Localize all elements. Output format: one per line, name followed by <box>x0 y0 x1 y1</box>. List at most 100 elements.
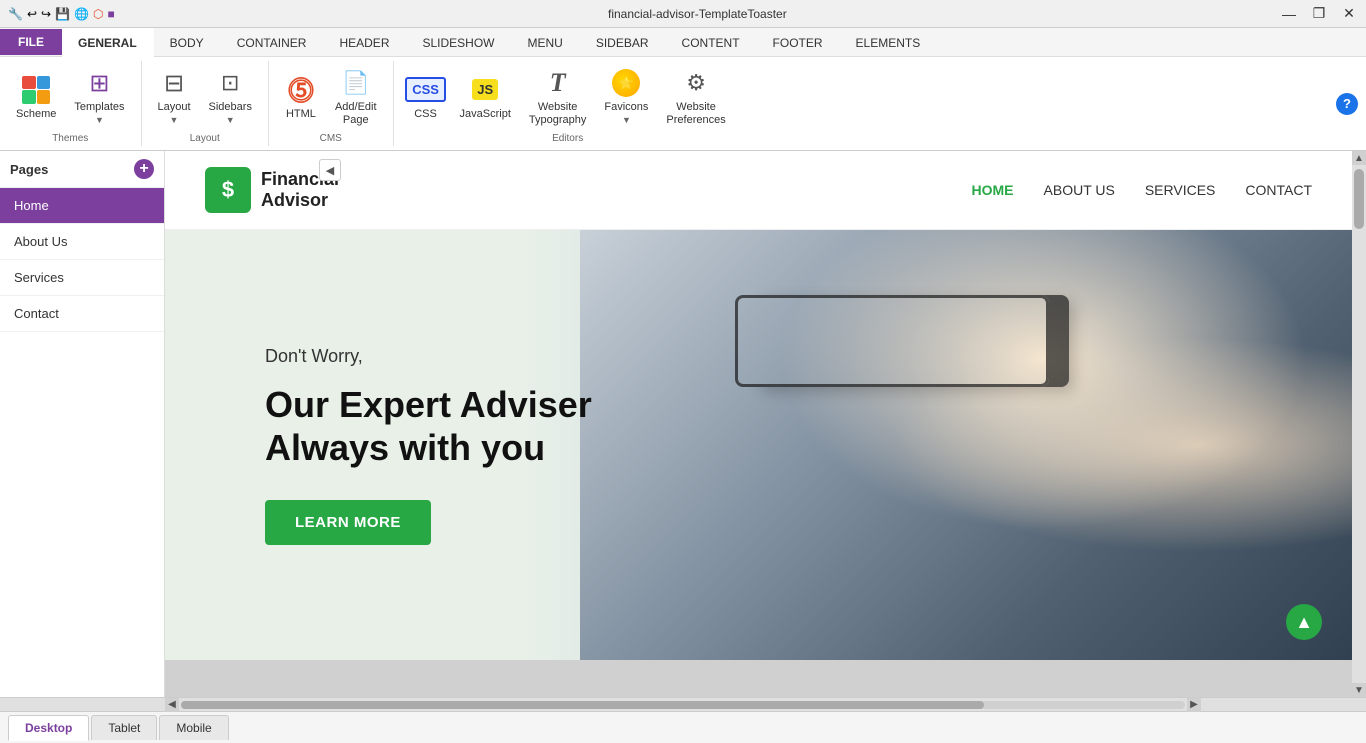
pages-title: Pages <box>10 162 48 177</box>
tab-sidebar[interactable]: SIDEBAR <box>580 28 666 56</box>
sidebar-collapse-button[interactable]: ◀ <box>319 159 341 181</box>
themes-group-label: Themes <box>52 133 88 144</box>
nav-home[interactable]: HOME <box>972 182 1014 198</box>
help-button[interactable]: ? <box>1336 93 1358 115</box>
tab-body[interactable]: BODY <box>154 28 221 56</box>
templates-label: Templates▼ <box>74 101 124 127</box>
tab-header[interactable]: HEADER <box>323 28 406 56</box>
close-button[interactable]: ✕ <box>1340 5 1358 23</box>
app-icon-7: ■ <box>107 7 114 21</box>
layout-button[interactable]: ⊟ Layout▼ <box>150 63 199 131</box>
sidebar-item-home[interactable]: Home <box>0 188 164 224</box>
css-icon: CSS <box>405 77 446 102</box>
app-icon-4: 💾 <box>55 7 70 21</box>
scroll-down-button[interactable]: ▼ <box>1352 683 1366 697</box>
scroll-top-icon: ▲ <box>1295 612 1313 633</box>
tab-file[interactable]: FILE <box>0 29 62 55</box>
hero-title: Our Expert Adviser Always with you <box>265 383 592 469</box>
scroll-left-button[interactable]: ◀ <box>165 698 179 712</box>
sidebar-item-about[interactable]: About Us <box>0 224 164 260</box>
app-icon-1: 🔧 <box>8 7 23 21</box>
preferences-icon: ⚙ <box>686 70 706 96</box>
window-controls: — ❐ ✕ <box>1280 5 1358 23</box>
favicons-label: Favicons▼ <box>604 101 648 127</box>
sidebars-button[interactable]: ⊡ Sidebars▼ <box>201 63 260 131</box>
logo-symbol: $ <box>222 177 234 203</box>
css-button[interactable]: CSS CSS <box>402 70 450 125</box>
title-bar: 🔧 ↩ ↪ 💾 🌐 ⬡ ■ financial-advisor-Template… <box>0 0 1366 28</box>
h-scrollbar-thumb[interactable] <box>181 701 984 709</box>
js-icon: JS <box>472 79 498 100</box>
templates-icon: ⊞ <box>89 69 109 98</box>
ribbon-group-themes: Scheme ⊞ Templates▼ Themes <box>0 61 142 146</box>
h-scrollbar-track[interactable] <box>181 701 1185 709</box>
vertical-scrollbar[interactable]: ▲ ▼ <box>1352 151 1366 697</box>
ribbon-tabs: FILE GENERAL BODY CONTAINER HEADER SLIDE… <box>0 28 1366 57</box>
app-icon-2: ↩ <box>27 7 37 21</box>
scheme-button[interactable]: Scheme <box>8 70 64 125</box>
canvas-area: $ Financial Advisor HOME ABOUT US SERVIC… <box>165 151 1366 697</box>
horizontal-scrollbar[interactable]: ◀ ▶ <box>0 697 1366 711</box>
bottom-bar: Desktop Tablet Mobile <box>0 711 1366 743</box>
window-title: financial-advisor-TemplateToaster <box>608 7 787 21</box>
layout-group-label: Layout <box>190 133 220 144</box>
html-button[interactable]: ⓹ HTML <box>277 70 325 125</box>
ribbon-group-layout: ⊟ Layout▼ ⊡ Sidebars▼ Layout <box>142 61 269 146</box>
hero-content: Don't Worry, Our Expert Adviser Always w… <box>165 346 592 544</box>
tab-slideshow[interactable]: SLIDESHOW <box>406 28 511 56</box>
website-typography-button[interactable]: T WebsiteTypography <box>521 63 594 131</box>
scheme-label: Scheme <box>16 108 56 121</box>
tab-container[interactable]: CONTAINER <box>221 28 324 56</box>
addedit-icon: 📄 <box>342 70 369 96</box>
ribbon-group-editors: CSS CSS JS JavaScript T WebsiteTypogr <box>394 61 742 146</box>
site-nav: HOME ABOUT US SERVICES CONTACT <box>972 182 1312 198</box>
scrollbar-thumb[interactable] <box>1354 169 1364 229</box>
restore-button[interactable]: ❐ <box>1310 5 1328 23</box>
scroll-right-button[interactable]: ▶ <box>1187 698 1201 712</box>
nav-about[interactable]: ABOUT US <box>1044 182 1115 198</box>
sidebars-label: Sidebars▼ <box>209 101 252 127</box>
addedit-button[interactable]: 📄 Add/EditPage <box>327 63 385 131</box>
nav-services[interactable]: SERVICES <box>1145 182 1216 198</box>
layout-label: Layout▼ <box>158 101 191 127</box>
sidebar-item-contact[interactable]: Contact <box>0 296 164 332</box>
favicons-button[interactable]: ⭐ Favicons▼ <box>596 63 656 131</box>
layout-icon: ⊟ <box>164 69 184 98</box>
site-header: $ Financial Advisor HOME ABOUT US SERVIC… <box>165 151 1352 230</box>
app-icon-3: ↪ <box>41 7 51 21</box>
tab-general[interactable]: GENERAL <box>62 28 154 57</box>
scheme-icon <box>22 76 50 104</box>
favicons-icon: ⭐ <box>612 69 640 97</box>
hero-subtitle: Don't Worry, <box>265 346 592 367</box>
website-preferences-button[interactable]: ⚙ WebsitePreferences <box>658 63 733 131</box>
typography-icon: T <box>550 68 566 98</box>
ribbon: FILE GENERAL BODY CONTAINER HEADER SLIDE… <box>0 28 1366 151</box>
javascript-label: JavaScript <box>460 108 511 121</box>
main-area: Pages + Home About Us Services Contact ◀… <box>0 151 1366 697</box>
css-label: CSS <box>414 108 437 121</box>
pages-sidebar: Pages + Home About Us Services Contact <box>0 151 165 697</box>
canvas-scrollable[interactable]: $ Financial Advisor HOME ABOUT US SERVIC… <box>165 151 1352 697</box>
tab-content[interactable]: CONTENT <box>666 28 757 56</box>
tab-footer[interactable]: FOOTER <box>757 28 840 56</box>
app-icon-6: ⬡ <box>93 7 103 21</box>
minimize-button[interactable]: — <box>1280 5 1298 23</box>
editors-group-label: Editors <box>552 133 583 144</box>
javascript-button[interactable]: JS JavaScript <box>452 70 519 125</box>
html-label: HTML <box>286 108 316 121</box>
title-bar-left: 🔧 ↩ ↪ 💾 🌐 ⬡ ■ <box>8 7 115 21</box>
hero-section: Don't Worry, Our Expert Adviser Always w… <box>165 230 1352 660</box>
add-page-button[interactable]: + <box>134 159 154 179</box>
nav-contact[interactable]: CONTACT <box>1245 182 1312 198</box>
templates-button[interactable]: ⊞ Templates▼ <box>66 63 132 131</box>
app-icon-5: 🌐 <box>74 7 89 21</box>
addedit-label: Add/EditPage <box>335 101 377 127</box>
scroll-up-button[interactable]: ▲ <box>1352 151 1366 165</box>
cms-group-label: CMS <box>320 133 342 144</box>
sidebar-item-services[interactable]: Services <box>0 260 164 296</box>
tab-elements[interactable]: ELEMENTS <box>840 28 938 56</box>
canvas: $ Financial Advisor HOME ABOUT US SERVIC… <box>165 151 1352 660</box>
tab-menu[interactable]: MENU <box>512 28 580 56</box>
learn-more-button[interactable]: LEARN MORE <box>265 500 431 545</box>
logo-icon: $ <box>205 167 251 213</box>
